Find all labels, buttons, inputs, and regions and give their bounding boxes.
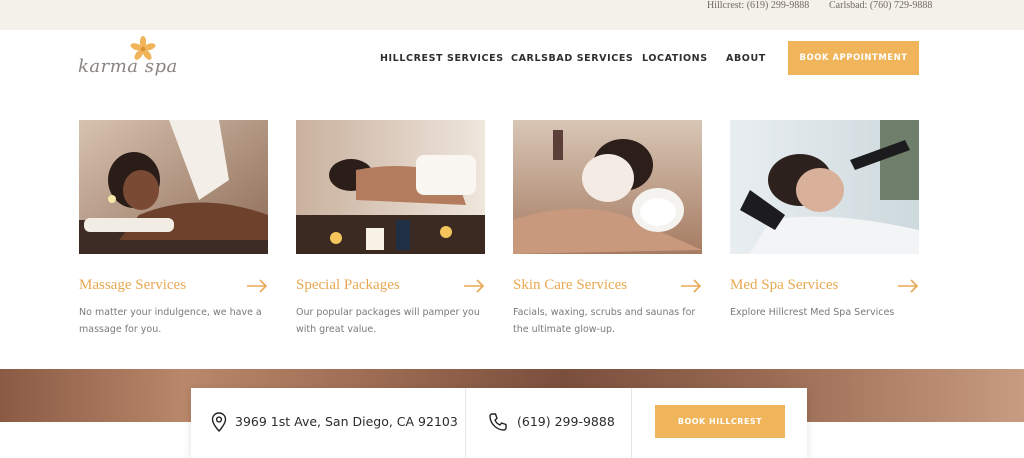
card-description: No matter your indulgence, we have a mas…: [79, 307, 262, 335]
carlsbad-phone-link[interactable]: Carlsbad: (760) 729-9888: [829, 0, 932, 11]
card-title[interactable]: Skin Care Services: [513, 277, 627, 294]
top-contact-bar: Hillcrest: (619) 299-9888 Carlsbad: (760…: [0, 0, 1024, 30]
service-card-med-spa[interactable]: Med Spa Services Explore Hillcrest Med S…: [730, 120, 919, 318]
arrow-right-icon[interactable]: [897, 279, 919, 293]
hillcrest-address[interactable]: 3969 1st Ave, San Diego, CA 92103: [235, 414, 458, 429]
location-info-bar: 3969 1st Ave, San Diego, CA 92103 (619) …: [191, 388, 807, 458]
med-spa-image[interactable]: [730, 120, 919, 254]
nav-about[interactable]: ABOUT: [726, 53, 766, 64]
card-title[interactable]: Massage Services: [79, 277, 186, 294]
card-description: Explore Hillcrest Med Spa Services: [730, 307, 895, 318]
arrow-right-icon[interactable]: [246, 279, 268, 293]
special-packages-image[interactable]: [296, 120, 485, 254]
service-card-massage[interactable]: Massage Services No matter your indulgen…: [79, 120, 268, 335]
nav-carlsbad-services[interactable]: CARLSBAD SERVICES: [511, 53, 633, 64]
arrow-right-icon[interactable]: [463, 279, 485, 293]
karma-spa-logo[interactable]: karma spa: [78, 34, 188, 86]
divider: [631, 388, 632, 458]
service-card-packages[interactable]: Special Packages Our popular packages wi…: [296, 120, 485, 335]
skin-care-image[interactable]: [513, 120, 702, 254]
service-card-skin-care[interactable]: Skin Care Services Facials, waxing, scru…: [513, 120, 702, 335]
nav-hillcrest-services[interactable]: HILLCREST SERVICES: [380, 53, 504, 64]
hillcrest-phone-link[interactable]: Hillcrest: (619) 299-9888: [707, 0, 809, 11]
hillcrest-phone[interactable]: (619) 299-9888: [517, 414, 615, 429]
map-pin-icon: [211, 412, 227, 432]
divider: [465, 388, 466, 458]
massage-image[interactable]: [79, 120, 268, 254]
card-title[interactable]: Special Packages: [296, 277, 400, 294]
book-appointment-button[interactable]: BOOK APPOINTMENT: [788, 41, 919, 75]
book-hillcrest-button[interactable]: BOOK HILLCREST: [655, 405, 785, 438]
phone-icon: [489, 413, 507, 431]
card-description: Our popular packages will pamper you wit…: [296, 307, 480, 335]
logo-text: karma spa: [78, 56, 178, 77]
site-header: karma spa HILLCREST SERVICES CARLSBAD SE…: [0, 30, 1024, 90]
card-title[interactable]: Med Spa Services: [730, 277, 838, 294]
nav-locations[interactable]: LOCATIONS: [642, 53, 708, 64]
arrow-right-icon[interactable]: [680, 279, 702, 293]
card-description: Facials, waxing, scrubs and saunas for t…: [513, 307, 696, 335]
